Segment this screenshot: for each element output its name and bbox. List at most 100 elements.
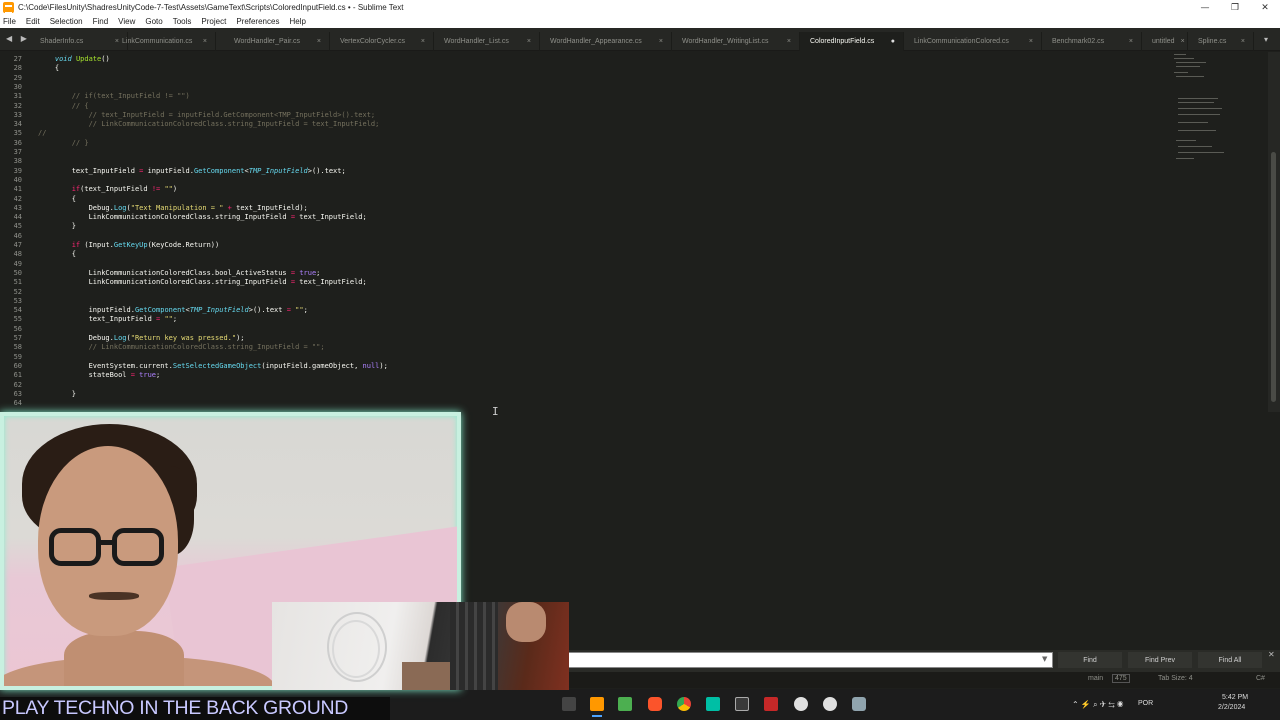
tab-wordhandler-appearance[interactable]: WordHandler_Appearance.cs ×	[540, 32, 672, 51]
find-all-button[interactable]: Find All	[1198, 652, 1262, 668]
code-line[interactable]: 57 Debug.Log("Return key was pressed.");	[0, 334, 1160, 343]
code-line[interactable]: 29	[0, 74, 1160, 83]
code-text[interactable]: // LinkCommunicationColoredClass.string_…	[38, 343, 325, 352]
chrome-taskbar-icon[interactable]	[677, 697, 691, 711]
code-text[interactable]: {	[38, 250, 76, 259]
find-close-icon[interactable]: ✕	[1268, 650, 1275, 659]
code-text[interactable]: void Update()	[38, 55, 110, 64]
sublime-taskbar-icon[interactable]	[590, 697, 604, 717]
code-text[interactable]: // text_InputField = inputField.GetCompo…	[38, 111, 376, 120]
menu-edit[interactable]: Edit	[26, 17, 40, 26]
tab-wordhandler-pair[interactable]: WordHandler_Pair.cs ×	[224, 32, 330, 51]
tab-untitled[interactable]: untitled ×	[1142, 32, 1188, 51]
tab-close-icon[interactable]: ×	[527, 38, 531, 45]
code-line[interactable]: 56	[0, 325, 1160, 334]
code-line[interactable]: 38	[0, 157, 1160, 166]
code-line[interactable]: 36 // }	[0, 139, 1160, 148]
menu-project[interactable]: Project	[201, 17, 226, 26]
git-branch-label[interactable]: main	[1088, 675, 1103, 682]
code-text[interactable]: text_InputField = "";	[38, 315, 178, 324]
code-text[interactable]: LinkCommunicationColoredClass.string_Inp…	[38, 278, 367, 287]
code-text[interactable]: // LinkCommunicationColoredClass.string_…	[38, 120, 380, 129]
code-line[interactable]: 62	[0, 381, 1160, 390]
tab-close-icon[interactable]: ×	[421, 38, 425, 45]
language-indicator[interactable]: POR	[1138, 700, 1153, 707]
code-text[interactable]: Debug.Log("Text Manipulation = " + text_…	[38, 204, 308, 213]
tab-coloredinputfield[interactable]: ColoredInputField.cs ●	[800, 32, 904, 51]
menu-view[interactable]: View	[118, 17, 135, 26]
find-button[interactable]: Find	[1058, 652, 1122, 668]
code-line[interactable]: 50 LinkCommunicationColoredClass.bool_Ac…	[0, 269, 1160, 278]
code-line[interactable]: 28 {	[0, 64, 1160, 73]
code-line[interactable]: 64	[0, 399, 1160, 408]
code-line[interactable]: 47 if (Input.GetKeyUp(KeyCode.Return))	[0, 241, 1160, 250]
code-line[interactable]: 41 if(text_InputField != "")	[0, 185, 1160, 194]
tab-menu-chevron-icon[interactable]: ▾	[1264, 35, 1268, 44]
code-line[interactable]: 53	[0, 297, 1160, 306]
code-text[interactable]: }	[38, 390, 76, 399]
code-line[interactable]: 59	[0, 353, 1160, 362]
skull-app2-taskbar-icon[interactable]	[823, 697, 837, 711]
menu-selection[interactable]: Selection	[50, 17, 83, 26]
tab-size-label[interactable]: Tab Size: 4	[1158, 675, 1193, 682]
tab-close-icon[interactable]: ×	[659, 38, 663, 45]
syntax-label[interactable]: C#	[1256, 675, 1265, 682]
tab-vertexcolorcycler[interactable]: VertexColorCycler.cs ×	[330, 32, 434, 51]
tab-wordhandler-writinglist[interactable]: WordHandler_WritingList.cs ×	[672, 32, 800, 51]
find-input[interactable]	[568, 652, 1053, 668]
menu-file[interactable]: File	[3, 17, 16, 26]
tab-linkcommunication[interactable]: LinkCommunication.cs ×	[112, 32, 216, 51]
code-line[interactable]: 58 // LinkCommunicationColoredClass.stri…	[0, 343, 1160, 352]
maximize-button[interactable]: ❐	[1220, 0, 1250, 15]
close-window-button[interactable]: ✕	[1250, 0, 1280, 15]
code-text[interactable]: }	[38, 222, 76, 231]
tab-spline[interactable]: Spline.cs ×	[1188, 32, 1254, 51]
terminal-taskbar-icon[interactable]	[735, 697, 749, 711]
tab-close-icon[interactable]: ×	[317, 38, 321, 45]
minimap[interactable]	[1170, 52, 1230, 172]
code-line[interactable]: 34 // LinkCommunicationColoredClass.stri…	[0, 120, 1160, 129]
code-line[interactable]: 32 // {	[0, 102, 1160, 111]
tab-close-icon[interactable]: ×	[1181, 38, 1185, 45]
code-line[interactable]: 30	[0, 83, 1160, 92]
code-line[interactable]: 48 {	[0, 250, 1160, 259]
tab-linkcommunicationcolored[interactable]: LinkCommunicationColored.cs ×	[904, 32, 1042, 51]
code-line[interactable]: 45 }	[0, 222, 1160, 231]
code-text[interactable]: LinkCommunicationColoredClass.bool_Activ…	[38, 269, 321, 278]
code-line[interactable]: 42 {	[0, 195, 1160, 204]
camera-taskbar-icon[interactable]	[852, 697, 866, 711]
find-prev-button[interactable]: Find Prev	[1128, 652, 1192, 668]
tray-icons[interactable]: ⌃ ⚡ ⌕ ✈ ⇆ ◉	[1072, 700, 1123, 710]
scrollbar-thumb[interactable]	[1271, 152, 1276, 402]
code-text[interactable]: //	[38, 129, 46, 138]
code-text[interactable]: // {	[38, 102, 89, 111]
code-text[interactable]: // if(text_InputField != "")	[38, 92, 190, 101]
menu-find[interactable]: Find	[93, 17, 109, 26]
tab-close-icon[interactable]: ×	[787, 38, 791, 45]
code-text[interactable]: if(text_InputField != "")	[38, 185, 177, 194]
code-line[interactable]: 61 stateBool = true;	[0, 371, 1160, 380]
code-line[interactable]: 31 // if(text_InputField != "")	[0, 92, 1160, 101]
code-editor[interactable]: 27 void Update() 28 {29 30 31 // if(text_In…	[0, 52, 1268, 410]
code-text[interactable]: stateBool = true;	[38, 371, 161, 380]
code-line[interactable]: 43 Debug.Log("Text Manipulation = " + te…	[0, 204, 1160, 213]
code-text[interactable]: {	[38, 195, 76, 204]
tab-close-icon[interactable]: ×	[1129, 38, 1133, 45]
code-line[interactable]: 54 inputField.GetComponent<TMP_InputFiel…	[0, 306, 1160, 315]
find-history-dropdown-icon[interactable]: ▼	[1042, 655, 1047, 663]
code-text[interactable]: // }	[38, 139, 89, 148]
tab-close-icon[interactable]: ×	[1241, 38, 1245, 45]
menu-preferences[interactable]: Preferences	[236, 17, 279, 26]
tab-close-icon[interactable]: ×	[1029, 38, 1033, 45]
code-text[interactable]: inputField.GetComponent<TMP_InputField>(…	[38, 306, 308, 315]
code-line[interactable]: 39 text_InputField = inputField.GetCompo…	[0, 167, 1160, 176]
code-text[interactable]: {	[38, 64, 59, 73]
code-line[interactable]: 63 }	[0, 390, 1160, 399]
code-line[interactable]: 51 LinkCommunicationColoredClass.string_…	[0, 278, 1160, 287]
notepad-taskbar-icon[interactable]	[618, 697, 632, 711]
code-line[interactable]: 33 // text_InputField = inputField.GetCo…	[0, 111, 1160, 120]
clock-date[interactable]: 2/2/2024	[1218, 704, 1245, 711]
menu-goto[interactable]: Goto	[145, 17, 162, 26]
vertical-scrollbar[interactable]	[1268, 52, 1280, 412]
taskbar-app-icon[interactable]	[562, 697, 576, 711]
